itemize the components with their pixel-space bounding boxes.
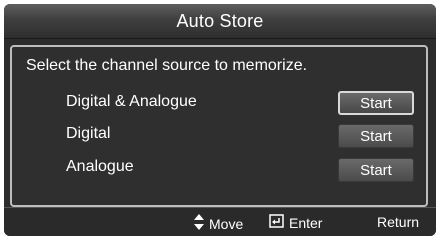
enter-icon [269,214,284,231]
option-label-analogue: Analogue [66,158,134,175]
footer-help-bar: Move Enter Return [4,207,436,236]
footer-enter: Enter [269,214,322,231]
option-label-digital: Digital [66,125,111,142]
option-label-digital-analogue: Digital & Analogue [66,93,197,110]
footer-move: Move [194,214,243,233]
footer-return-label: Return [377,214,420,230]
start-button-digital-analogue[interactable]: Start [338,91,414,115]
footer-return: Return [377,214,419,230]
footer-enter-label: Enter [289,214,323,231]
auto-store-dialog: Auto Store Select the channel source to … [4,4,436,236]
instruction-text: Select the channel source to memorize. [26,57,308,74]
start-button-digital[interactable]: Start [338,124,414,148]
channel-source-panel: Select the channel source to memorize. D… [10,45,428,207]
title-bar: Auto Store [4,4,436,39]
up-down-arrows-icon [194,214,204,233]
start-button-analogue[interactable]: Start [338,158,414,182]
footer-move-label: Move [209,215,244,232]
dialog-title: Auto Store [176,10,264,31]
